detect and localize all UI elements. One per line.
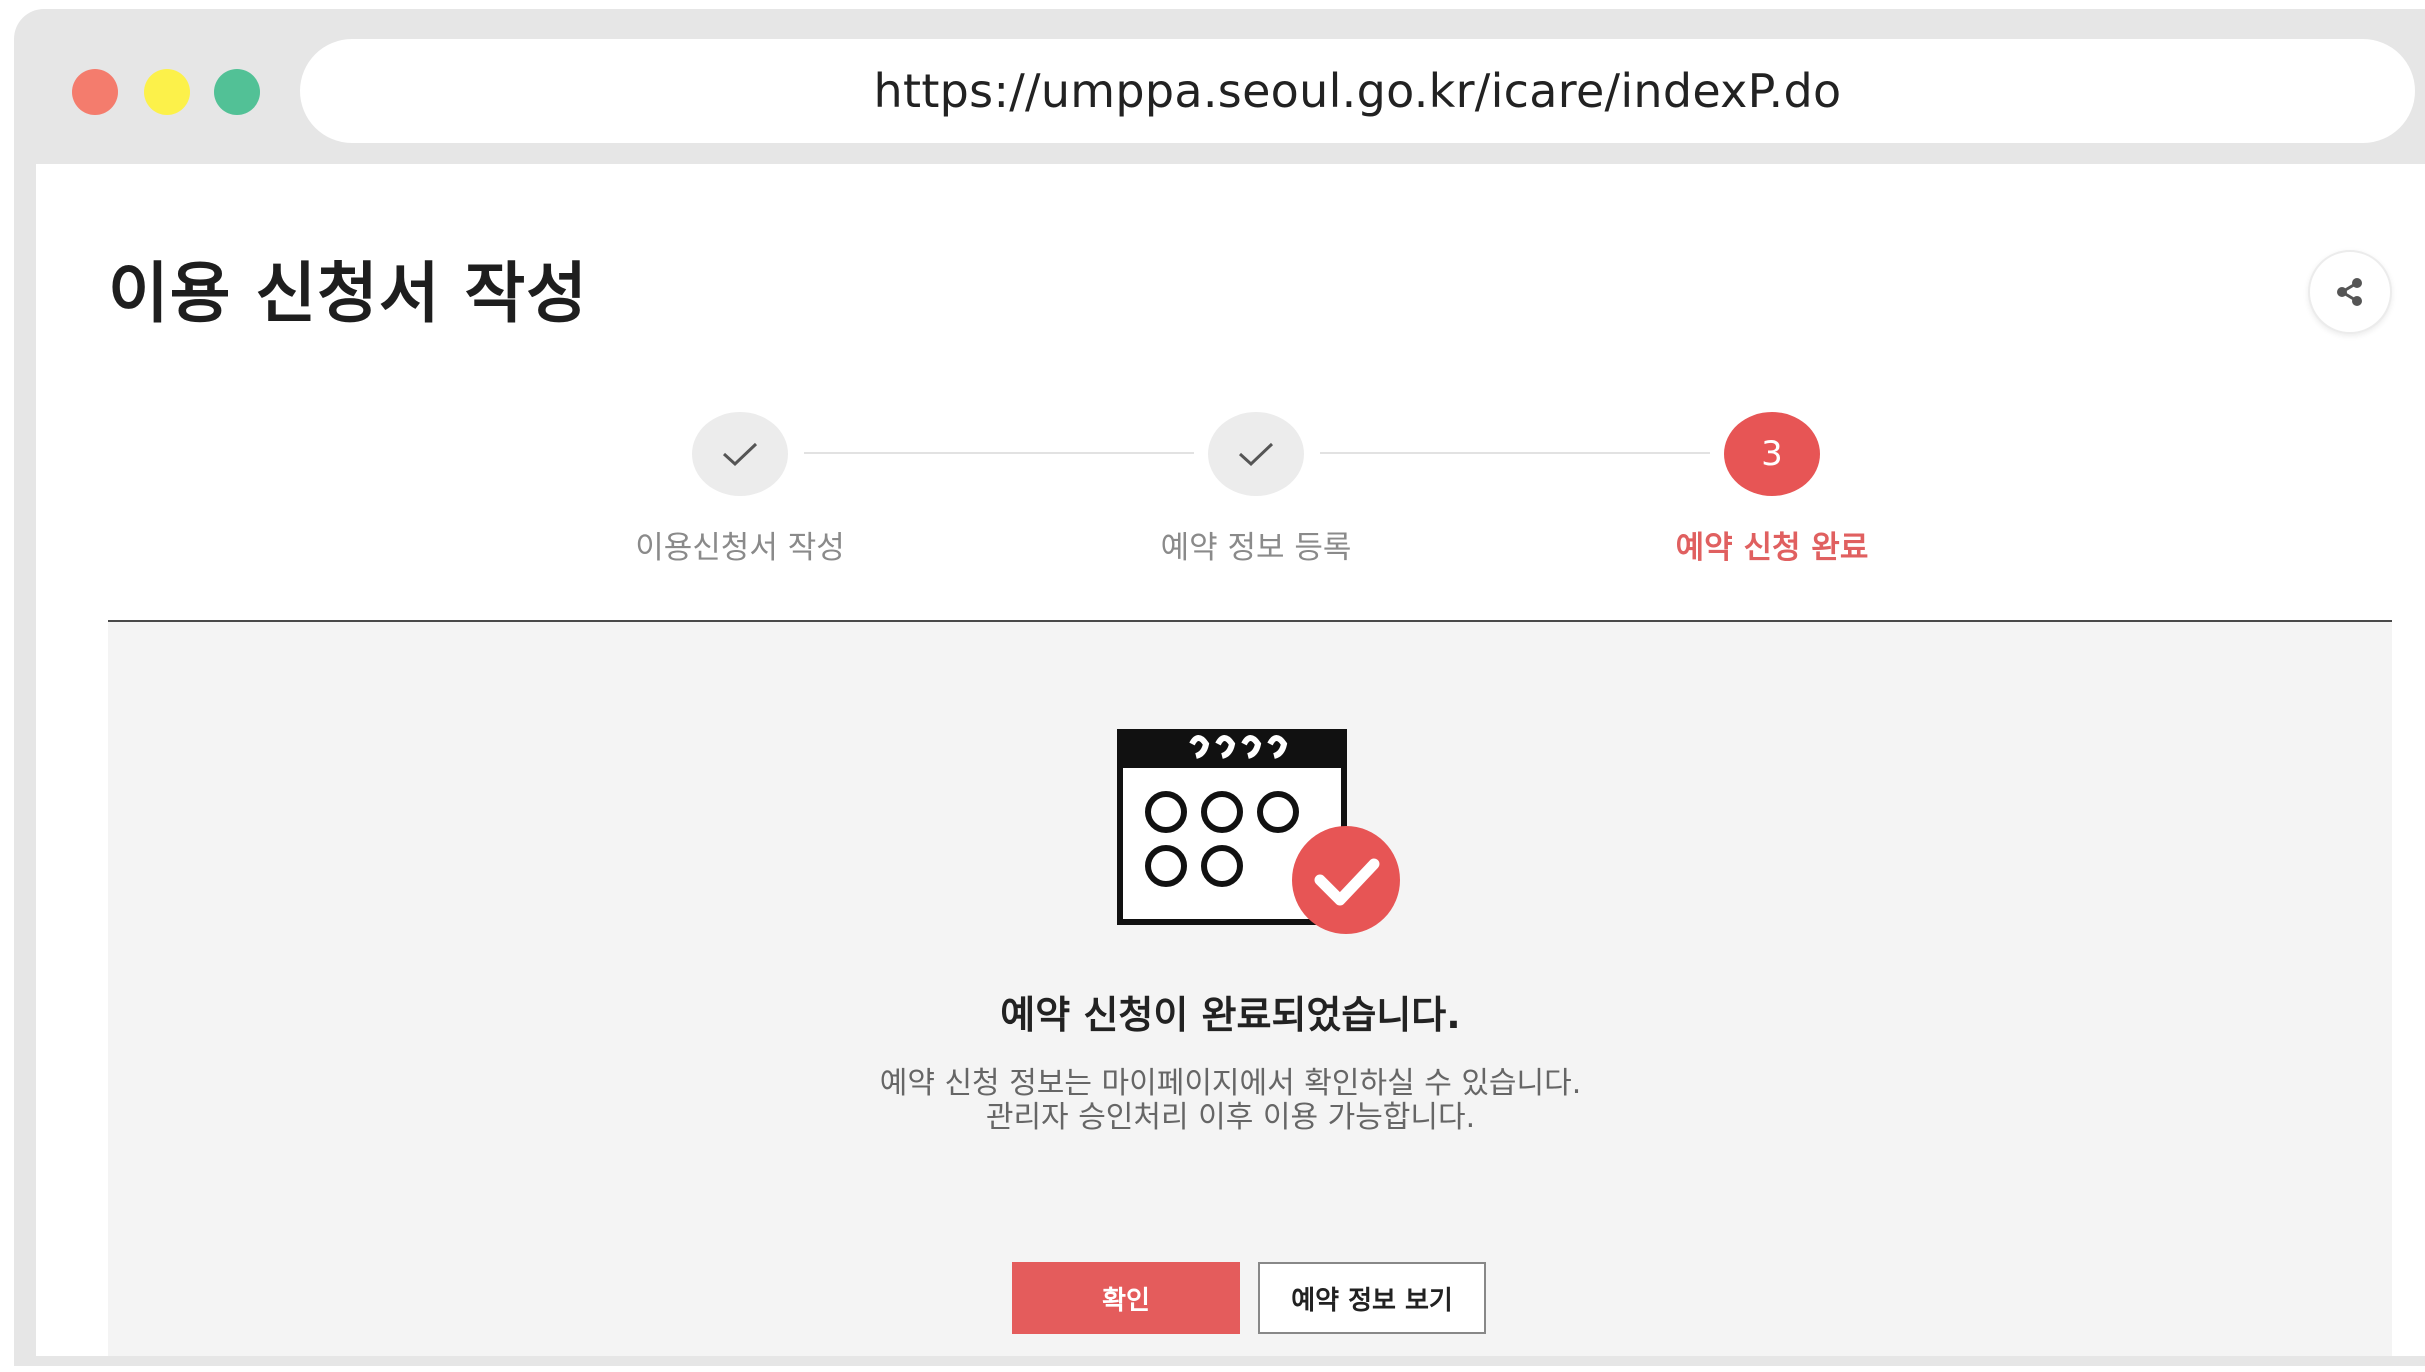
share-button[interactable] [2308, 250, 2392, 334]
completion-message-line-2: 관리자 승인처리 이후 이용 가능합니다. [985, 1100, 1476, 1135]
url-text: https://umppa.seoul.go.kr/icare/indexP.d… [873, 64, 1842, 118]
completion-title: 예약 신청이 완료되었습니다. [1000, 993, 1461, 1037]
maximize-window-dot[interactable] [214, 69, 260, 115]
step-2-label: 예약 정보 등록 [1160, 530, 1352, 566]
share-icon [2337, 278, 2362, 306]
step-3-label: 예약 신청 완료 [1675, 530, 1869, 566]
page-content: 이용 신청서 작성 3 이용신청서 작성 예약 정보 등록 예약 신청 완료 예… [36, 164, 2425, 1356]
minimize-window-dot[interactable] [144, 69, 190, 115]
calendar-check-icon [1117, 729, 1400, 934]
step-3-indicator: 3 [1724, 412, 1820, 496]
step-connector-1 [804, 452, 1194, 454]
confirm-button[interactable]: 확인 [1012, 1262, 1240, 1334]
step-connector-2 [1320, 452, 1710, 454]
view-reservation-button[interactable]: 예약 정보 보기 [1258, 1262, 1486, 1334]
check-icon [722, 442, 758, 467]
step-1-indicator [692, 412, 788, 496]
step-1-label: 이용신청서 작성 [635, 530, 845, 566]
page-title: 이용 신청서 작성 [108, 255, 588, 332]
close-window-dot[interactable] [72, 69, 118, 115]
step-3-number: 3 [1761, 434, 1783, 474]
step-2-indicator [1208, 412, 1304, 496]
check-icon [1238, 442, 1274, 467]
address-bar[interactable]: https://umppa.seoul.go.kr/icare/indexP.d… [300, 39, 2415, 143]
